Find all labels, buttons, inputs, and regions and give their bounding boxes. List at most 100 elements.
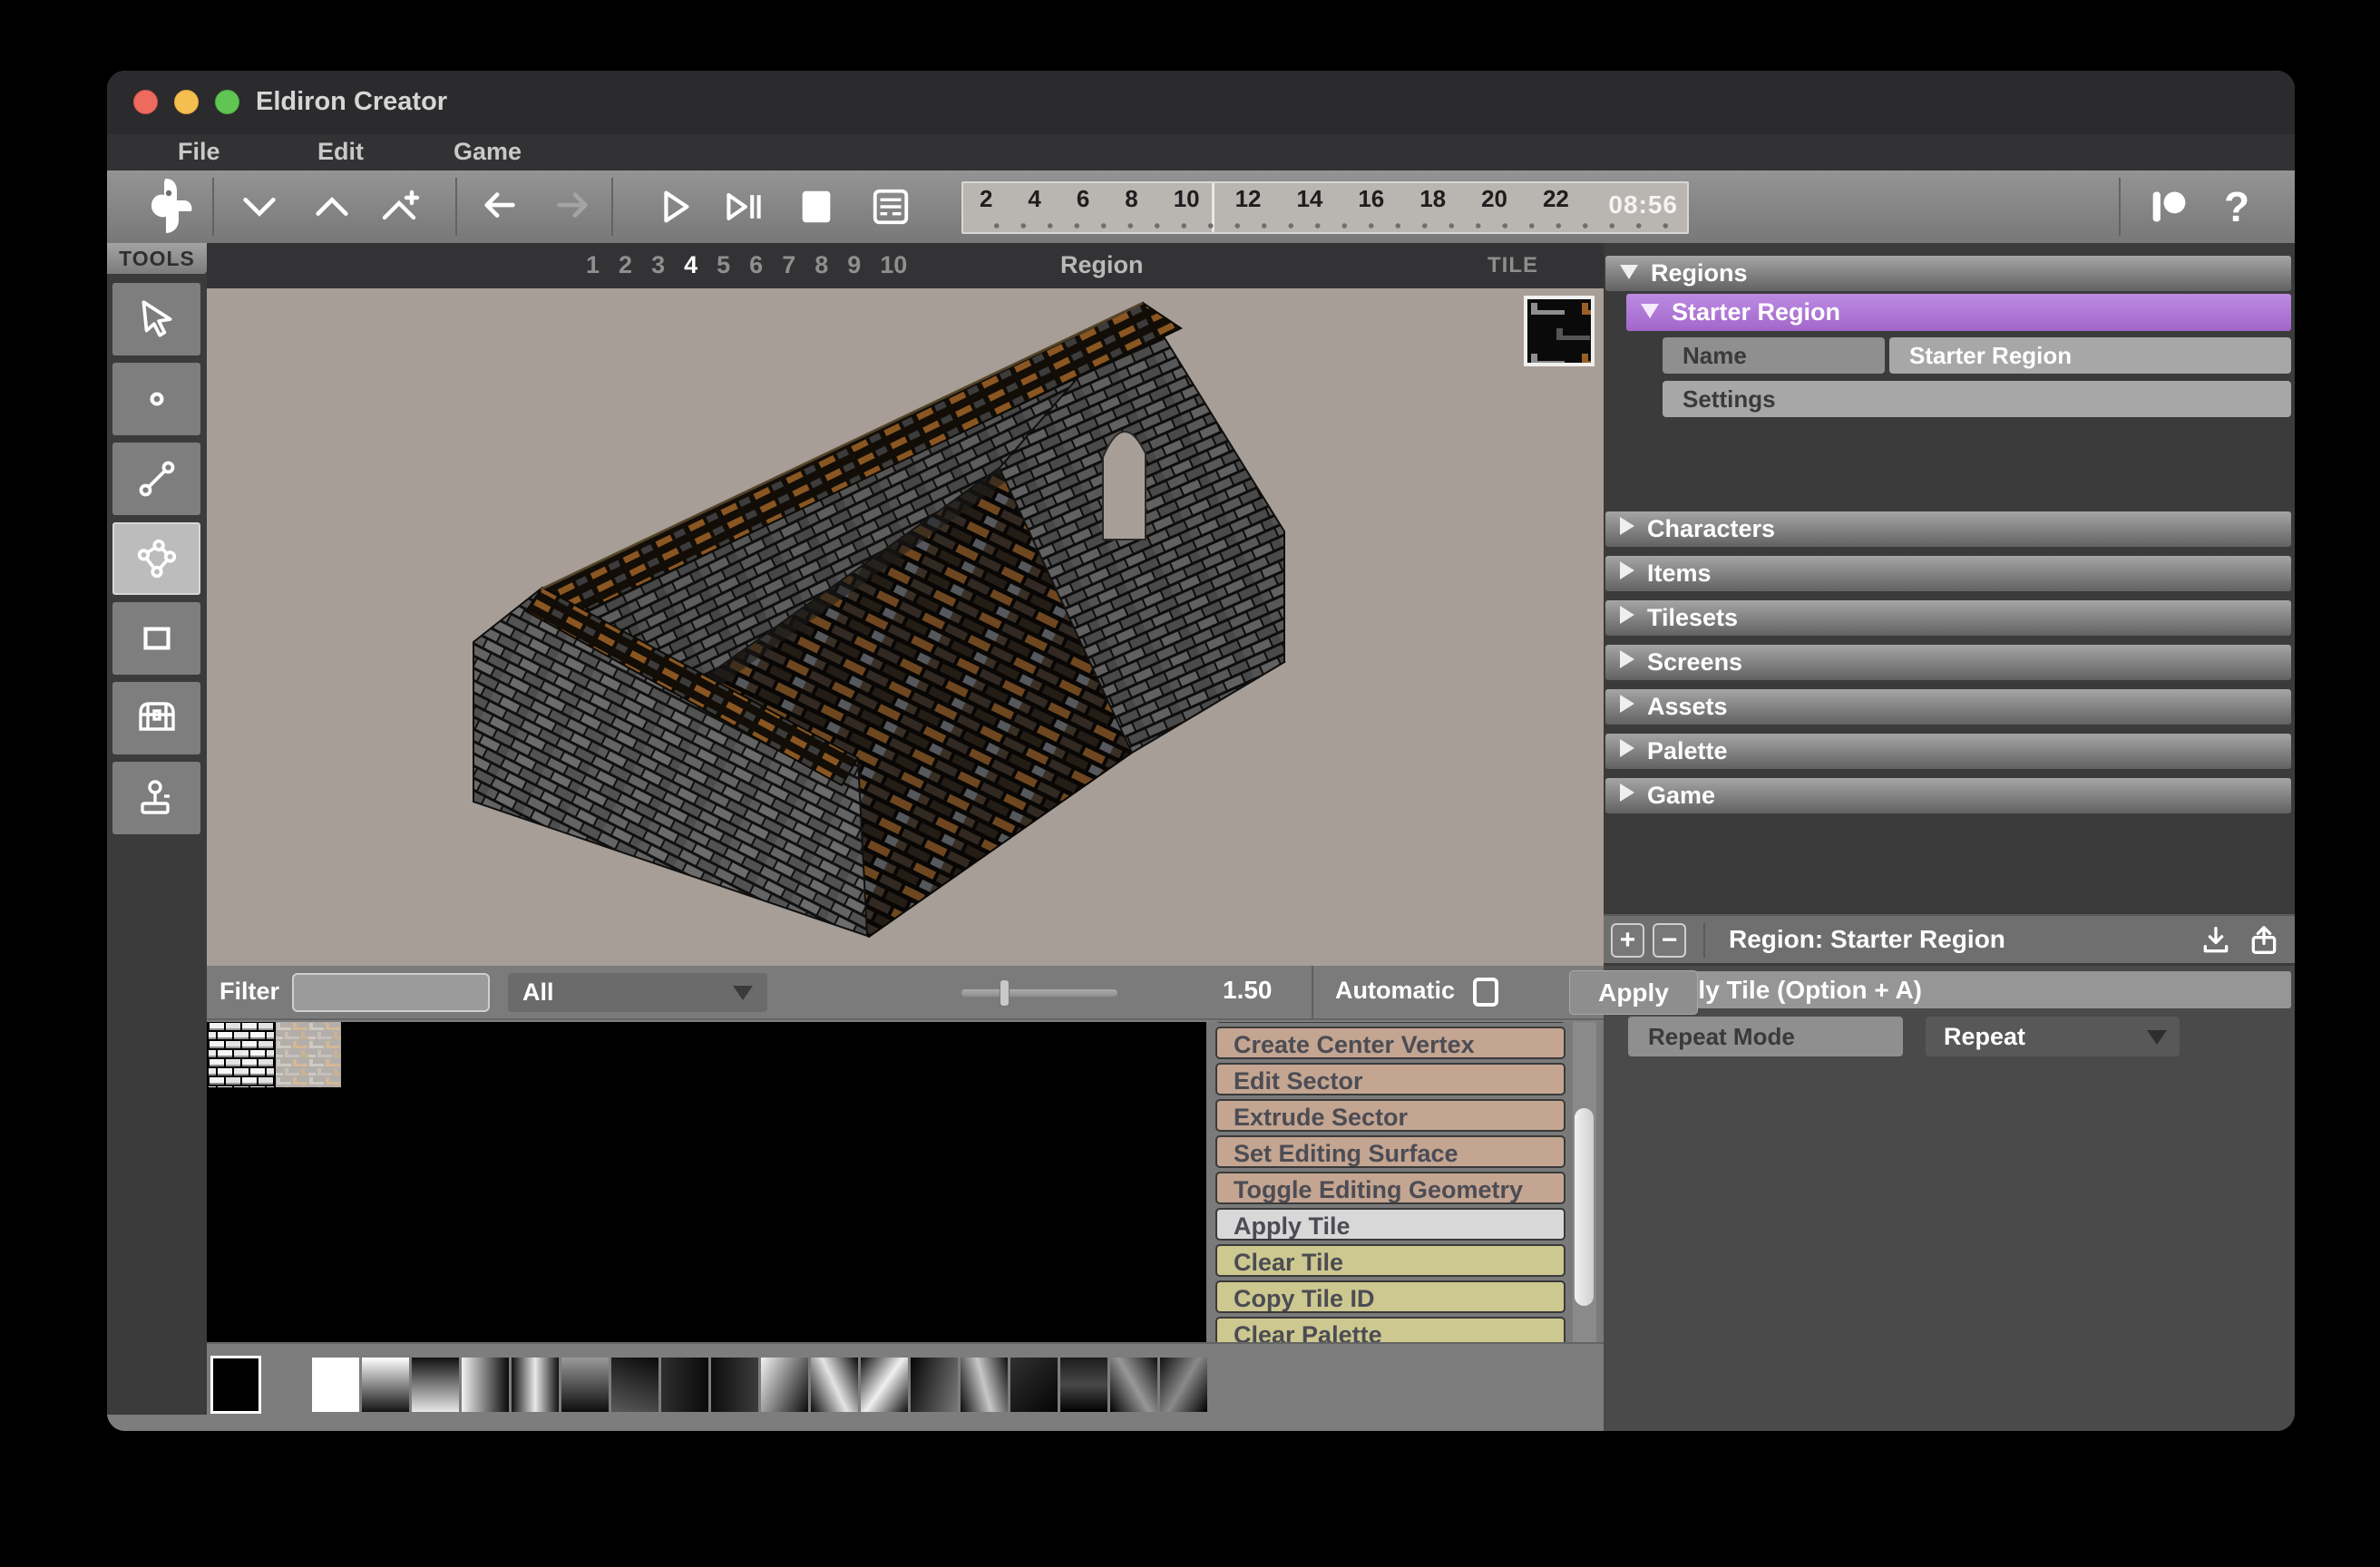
stop-icon[interactable] (793, 183, 840, 230)
command-item[interactable]: Clear Tile (1215, 1244, 1566, 1277)
palette-tile[interactable] (312, 1358, 359, 1412)
automatic-checkbox[interactable] (1473, 978, 1498, 1007)
play-icon[interactable] (651, 183, 698, 230)
canvas-tab[interactable]: 1 (586, 251, 600, 279)
menu-file[interactable]: File (178, 138, 220, 166)
command-item[interactable]: 3D Orbit Camera (1215, 1022, 1566, 1023)
repeat-mode-dropdown[interactable]: Repeat (1926, 1017, 2180, 1056)
scrollbar-thumb[interactable] (1575, 1108, 1594, 1306)
canvas-tab[interactable]: 5 (717, 251, 730, 279)
tile-mode-label[interactable]: TILE (1488, 253, 1538, 278)
section-header[interactable]: Assets (1605, 689, 2291, 725)
remove-region-button[interactable]: − (1653, 923, 1686, 958)
chevron-up-plus-icon[interactable] (377, 183, 424, 230)
canvas-tab[interactable]: 8 (814, 251, 828, 279)
command-item[interactable]: Apply Tile (1215, 1208, 1566, 1241)
redo-arrow-icon[interactable] (548, 183, 595, 230)
log-panel-icon[interactable] (867, 183, 914, 230)
sector-tool[interactable] (112, 522, 200, 595)
command-item[interactable]: Set Editing Surface (1215, 1135, 1566, 1168)
current-tile-preview[interactable] (1524, 296, 1595, 366)
tileset-tile-grey-brick[interactable] (276, 1022, 341, 1087)
vertex-tool[interactable] (112, 363, 200, 435)
command-list-scrollbar[interactable] (1573, 1022, 1596, 1342)
chest-tool[interactable] (112, 682, 200, 754)
palette-tile[interactable] (1160, 1358, 1207, 1412)
palette-tile[interactable] (811, 1358, 858, 1412)
chevron-up-icon[interactable] (308, 183, 356, 230)
download-icon[interactable] (2198, 922, 2234, 963)
palette-tile[interactable] (362, 1358, 409, 1412)
command-item[interactable]: Toggle Editing Geometry (1215, 1172, 1566, 1204)
editor-viewport[interactable] (207, 288, 1604, 966)
palette-tile[interactable] (961, 1358, 1008, 1412)
time-ruler[interactable]: 246810121416182022 08:56 (961, 181, 1689, 234)
canvas-tab[interactable]: 10 (880, 251, 907, 279)
tile-browser[interactable] (207, 1022, 1206, 1342)
palette-tile[interactable] (561, 1358, 609, 1412)
close-window-button[interactable] (133, 90, 158, 114)
zoom-slider-handle[interactable] (1000, 979, 1010, 1007)
apply-tile-panel: Apply Tile (Option + A) Repeat Mode Repe… (1604, 966, 2295, 1431)
section-regions[interactable]: Regions (1605, 256, 2291, 291)
name-field-value[interactable]: Starter Region (1889, 337, 2291, 374)
palette-tile[interactable] (611, 1358, 658, 1412)
add-region-button[interactable]: + (1611, 923, 1644, 958)
play-step-icon[interactable] (720, 183, 767, 230)
linedef-tool[interactable] (112, 443, 200, 515)
palette-tile[interactable] (911, 1358, 958, 1412)
command-item[interactable]: Clear Palette (1215, 1317, 1566, 1342)
canvas-tab[interactable]: 6 (749, 251, 763, 279)
canvas-tab[interactable]: 3 (651, 251, 665, 279)
palette-tile[interactable] (512, 1358, 559, 1412)
canvas-tab[interactable]: 4 (684, 251, 697, 279)
command-item[interactable]: Extrude Sector (1215, 1099, 1566, 1132)
command-item[interactable]: Edit Sector (1215, 1063, 1566, 1095)
rect-tool[interactable] (112, 602, 200, 675)
share-icon[interactable] (2246, 922, 2282, 963)
section-header[interactable]: Tilesets (1605, 600, 2291, 636)
filter-input[interactable] (292, 973, 490, 1012)
zoom-slider[interactable] (961, 989, 1117, 997)
palette-tile[interactable] (861, 1358, 908, 1412)
palette-tile[interactable] (262, 1358, 309, 1412)
tileset-tile-white-brick[interactable] (209, 1022, 274, 1087)
palette-tile[interactable] (711, 1358, 758, 1412)
filter-category-dropdown[interactable]: All (508, 973, 767, 1012)
game-tool[interactable] (112, 762, 200, 834)
palette-tile[interactable] (412, 1358, 459, 1412)
line-icon (134, 456, 180, 501)
triangle-right-icon (1620, 784, 1634, 802)
palette-tile[interactable] (212, 1358, 259, 1412)
menu-game[interactable]: Game (454, 138, 522, 166)
apply-button[interactable]: Apply (1569, 970, 1698, 1015)
palette-tile[interactable] (1010, 1358, 1058, 1412)
menu-edit[interactable]: Edit (317, 138, 364, 166)
chevron-down-icon[interactable] (236, 183, 283, 230)
help-icon[interactable]: ? (2213, 183, 2260, 230)
undo-arrow-icon[interactable] (477, 183, 524, 230)
gradient-palette-strip (207, 1342, 1604, 1415)
canvas-tab[interactable]: 9 (847, 251, 861, 279)
canvas-tab[interactable]: 7 (782, 251, 795, 279)
settings-button[interactable]: Settings (1663, 381, 2291, 417)
zoom-window-button[interactable] (215, 90, 239, 114)
section-header[interactable]: Palette (1605, 734, 2291, 769)
patreon-icon[interactable] (2146, 183, 2193, 230)
palette-tile[interactable] (462, 1358, 509, 1412)
canvas-tab[interactable]: 2 (619, 251, 632, 279)
section-header[interactable]: Game (1605, 778, 2291, 813)
minimize-window-button[interactable] (174, 90, 199, 114)
palette-tile[interactable] (1110, 1358, 1157, 1412)
command-item[interactable]: Copy Tile ID (1215, 1280, 1566, 1313)
tree-item-starter-region[interactable]: Starter Region (1626, 294, 2291, 331)
apply-tile-header[interactable]: Apply Tile (Option + A) (1604, 971, 2291, 1008)
palette-tile[interactable] (661, 1358, 708, 1412)
select-tool[interactable] (112, 283, 200, 355)
palette-tile[interactable] (1060, 1358, 1107, 1412)
command-item[interactable]: Create Center Vertex (1215, 1027, 1566, 1059)
section-header[interactable]: Screens (1605, 645, 2291, 680)
section-header[interactable]: Characters (1605, 511, 2291, 547)
palette-tile[interactable] (761, 1358, 808, 1412)
section-header[interactable]: Items (1605, 556, 2291, 591)
